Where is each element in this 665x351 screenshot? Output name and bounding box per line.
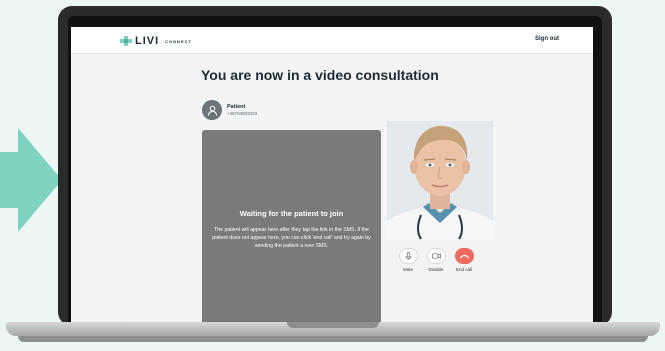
livi-logo: LIVI CONNECT: [120, 35, 192, 47]
doctor-self-view: [387, 121, 493, 241]
decorative-arrow-icon: [0, 128, 62, 232]
patient-video-placeholder: Waiting for the patient to join The pati…: [202, 130, 381, 323]
camera-icon: [431, 253, 441, 259]
page-title: You are now in a video consultation: [201, 67, 439, 83]
patient-info: Patient +46704833333: [202, 100, 257, 120]
waiting-instructions: The patient will appear here after they …: [212, 227, 371, 249]
logo-text: LIVI: [135, 35, 160, 47]
end-call-label: End call: [455, 267, 472, 272]
laptop-shadow: [18, 336, 648, 342]
mute-button[interactable]: [398, 248, 418, 264]
end-call-button[interactable]: [454, 248, 474, 264]
patient-name: Patient: [227, 103, 246, 110]
call-controls: Mute Disable End call: [397, 248, 475, 272]
microphone-icon: [405, 252, 411, 260]
top-bar: LIVI CONNECT Sign out: [71, 27, 593, 54]
mute-control: Mute: [397, 248, 419, 272]
sign-out-link[interactable]: Sign out: [535, 36, 559, 42]
disable-label: Disable: [428, 267, 444, 272]
end-call-control: End call: [453, 248, 475, 272]
patient-phone: +46704833333: [227, 110, 258, 116]
avatar: [202, 100, 222, 120]
disable-video-control: Disable: [425, 248, 447, 272]
phone-hangup-icon: [459, 254, 469, 258]
disable-video-button[interactable]: [426, 248, 446, 264]
mute-label: Mute: [402, 267, 413, 272]
livi-logo-icon: [120, 36, 132, 46]
logo-subtext: CONNECT: [165, 38, 192, 44]
waiting-title: Waiting for the patient to join: [239, 209, 344, 218]
user-icon: [207, 105, 217, 116]
laptop-base-notch: [287, 322, 379, 328]
app-screen: LIVI CONNECT Sign out You are now in a v…: [71, 27, 593, 323]
